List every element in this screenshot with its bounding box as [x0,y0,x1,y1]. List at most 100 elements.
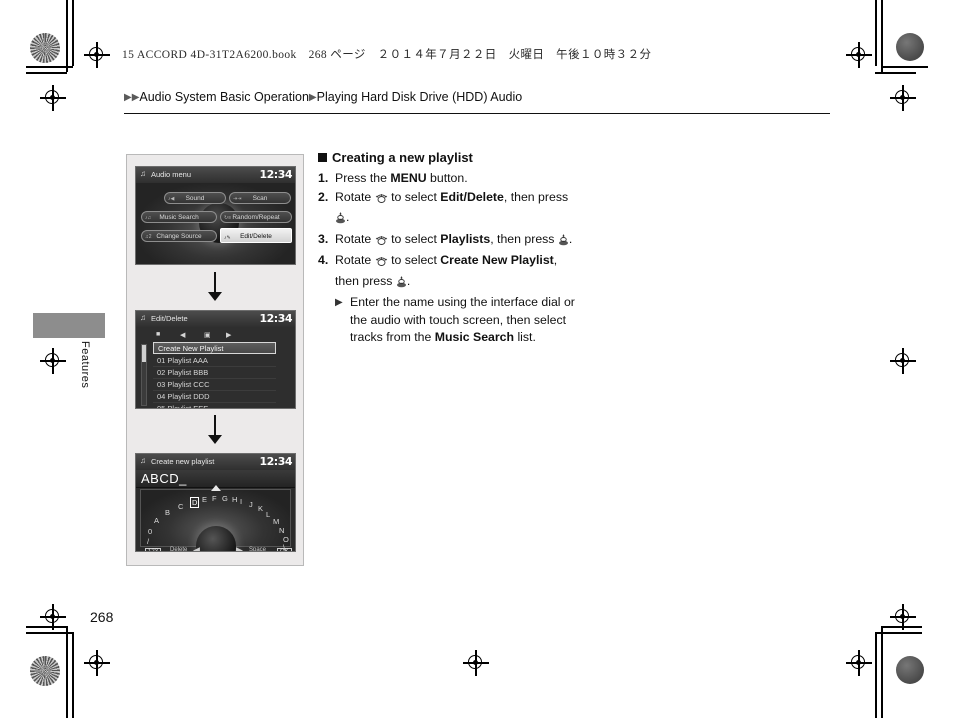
rosette-mark-bottom-left [30,656,60,686]
wheel-letter[interactable]: E [202,495,207,504]
sub-note-text: Enter the name using the interface dial … [350,295,575,344]
book-header-line: 15 ACCORD 4D-31T2A6200.book 268 ページ ２０１４… [122,49,652,61]
wheel-letter[interactable]: A [154,516,159,525]
breadcrumb-subsection[interactable]: Playing Hard Disk Drive (HDD) Audio [317,90,523,104]
wheel-symbol-left: / [147,537,150,546]
wheel-letter[interactable]: K [258,504,263,513]
music-search-button-prefix-icon: ♪♫ [145,215,152,221]
step-number: 4. [318,253,329,267]
page-number: 268 [90,609,114,625]
crop-bar-bottom-left-v2 [72,632,74,718]
edit-delete-body: ■ ◀ ▣ ▶ Create New Playlist 01 Playlist … [136,327,295,408]
list-item[interactable]: 03 Playlist CCC [153,379,276,391]
section-tab-label: Features [79,341,91,389]
wheel-letter[interactable]: J [249,500,253,509]
character-wheel[interactable]: 0 A B C D E F G H I J K L M N O / \ 123 [140,485,292,551]
clock-display: 12:34 [259,312,292,325]
crop-bar-bottom-left-v1 [66,626,68,718]
audio-menu-button-scan[interactable]: ⇥⇥ Scan [229,192,291,204]
next-icon[interactable]: ▶ [226,331,231,339]
wheel-letter[interactable]: L [266,510,270,519]
registration-mark-right-upper [890,85,916,111]
previous-icon[interactable]: ◀ [180,331,185,339]
space-button-label[interactable]: Space [249,547,266,551]
wheel-letter[interactable]: N [279,526,284,535]
create-playlist-titlebar: ♫ Create new playlist 12:34 [136,454,295,471]
crop-bar-bottom-right-v2 [875,632,877,718]
wheel-letter[interactable]: M [273,517,279,526]
audio-menu-button-change-source[interactable]: ♫2 Change Source [141,230,217,242]
crop-bar-top-right-v1 [881,0,883,72]
edit-delete-button-prefix-icon: ♪✎ [224,235,231,241]
clock-display: 12:34 [259,455,292,468]
list-item[interactable]: 01 Playlist AAA [153,355,276,367]
step-number: 3. [318,231,329,246]
crop-bar-top-right-v2 [875,0,877,66]
wheel-letter[interactable]: G [222,494,228,503]
selection-caret-icon [210,485,221,491]
crop-bar-bottom-right-h1 [881,626,922,628]
scan-button-prefix-icon: ⇥⇥ [233,196,242,202]
sound-button-label: Sound [185,195,205,202]
stop-icon[interactable]: ■ [156,331,160,338]
step-text: Rotate to select Edit/Delete, then press… [335,190,568,225]
wheel-letter[interactable]: B [165,508,170,517]
ok-button[interactable]: OK [277,548,292,551]
rotate-dial-icon [375,255,388,273]
instruction-step: 1. Press the MENU button. [318,170,580,188]
list-item[interactable]: Create New Playlist [153,342,276,354]
list-item[interactable]: 04 Playlist DDD [153,391,276,403]
music-note-icon: ♫ [140,169,146,178]
clock-display: 12:34 [259,168,292,181]
crop-bar-bottom-right-v1 [881,626,883,718]
audio-menu-button-sound[interactable]: ♪◀ Sound [164,192,226,204]
list-item[interactable]: 02 Playlist BBB [153,367,276,379]
audio-menu-title: Audio menu [151,170,192,179]
sound-button-prefix-icon: ♪◀ [168,196,175,202]
audio-menu-button-music-search[interactable]: ♪♫ Music Search [141,211,217,223]
create-playlist-title: Create new playlist [151,457,215,466]
create-playlist-body: ABCD_ 0 A B C D E F G H I J K L M N O / [136,470,295,551]
scan-button-label: Scan [252,195,268,202]
breadcrumb-marker-icon: ▶▶ [124,92,140,103]
press-dial-icon [335,212,346,230]
crop-bar-top-left-h2 [26,72,67,74]
dot-blob-bottom-right [896,656,924,684]
list-item[interactable]: 05 Playlist EEE [153,403,276,408]
music-note-icon: ♫ [140,313,146,322]
sub-note-marker-icon: ▶ [335,297,343,308]
registration-mark-top-right [846,42,872,68]
edit-delete-titlebar: ♫ Edit/Delete 12:34 [136,311,295,328]
pause-icon[interactable]: ▣ [204,331,211,339]
screenshot-edit-delete: ♫ Edit/Delete 12:34 ■ ◀ ▣ ▶ Create New P… [135,310,296,409]
breadcrumb-section[interactable]: Audio System Basic Operation [139,90,309,104]
figure-panel: ♫ Audio menu 12:34 ♪◀ Sound ⇥⇥ Scan ♪♫ M… [126,154,304,566]
audio-menu-button-edit-delete[interactable]: ♪✎ Edit/Delete [220,228,292,243]
wheel-letter[interactable]: C [178,502,183,511]
press-dial-icon [558,234,569,252]
delete-button-label[interactable]: Delete [170,547,187,551]
playback-icon-row: ■ ◀ ▣ ▶ [156,330,238,340]
wheel-letter[interactable]: F [212,494,217,503]
step-number: 2. [318,189,329,204]
wheel-letter[interactable]: 0 [148,527,152,536]
edit-delete-button-label: Edit/Delete [240,233,272,240]
section-tab-marker [33,313,105,338]
crop-bar-top-left-h1 [26,66,73,68]
instruction-step: 4. Rotate to select Create New Playlist,… [318,252,580,293]
audio-menu-button-random-repeat[interactable]: ↻≡ Random/Repeat [220,211,292,223]
bullet-square-icon [318,153,327,162]
audio-menu-titlebar: ♫ Audio menu 12:34 [136,167,295,184]
rotate-dial-icon [375,234,388,252]
step-text: Rotate to select Playlists, then press . [335,232,572,246]
numeric-mode-button[interactable]: 123 [145,548,162,551]
playlist-name-value: ABCD_ [141,471,187,486]
wheel-letter[interactable]: H [232,495,237,504]
instruction-step: 3. Rotate to select Playlists, then pres… [318,231,580,252]
wheel-letter[interactable]: I [240,497,242,506]
crop-bar-bottom-left-h1 [26,626,67,628]
registration-mark-bottom-left [84,650,110,676]
registration-mark-right-middle [890,348,916,374]
list-scrollbar-thumb[interactable] [142,345,146,362]
wheel-letter-selected[interactable]: D [190,497,200,508]
